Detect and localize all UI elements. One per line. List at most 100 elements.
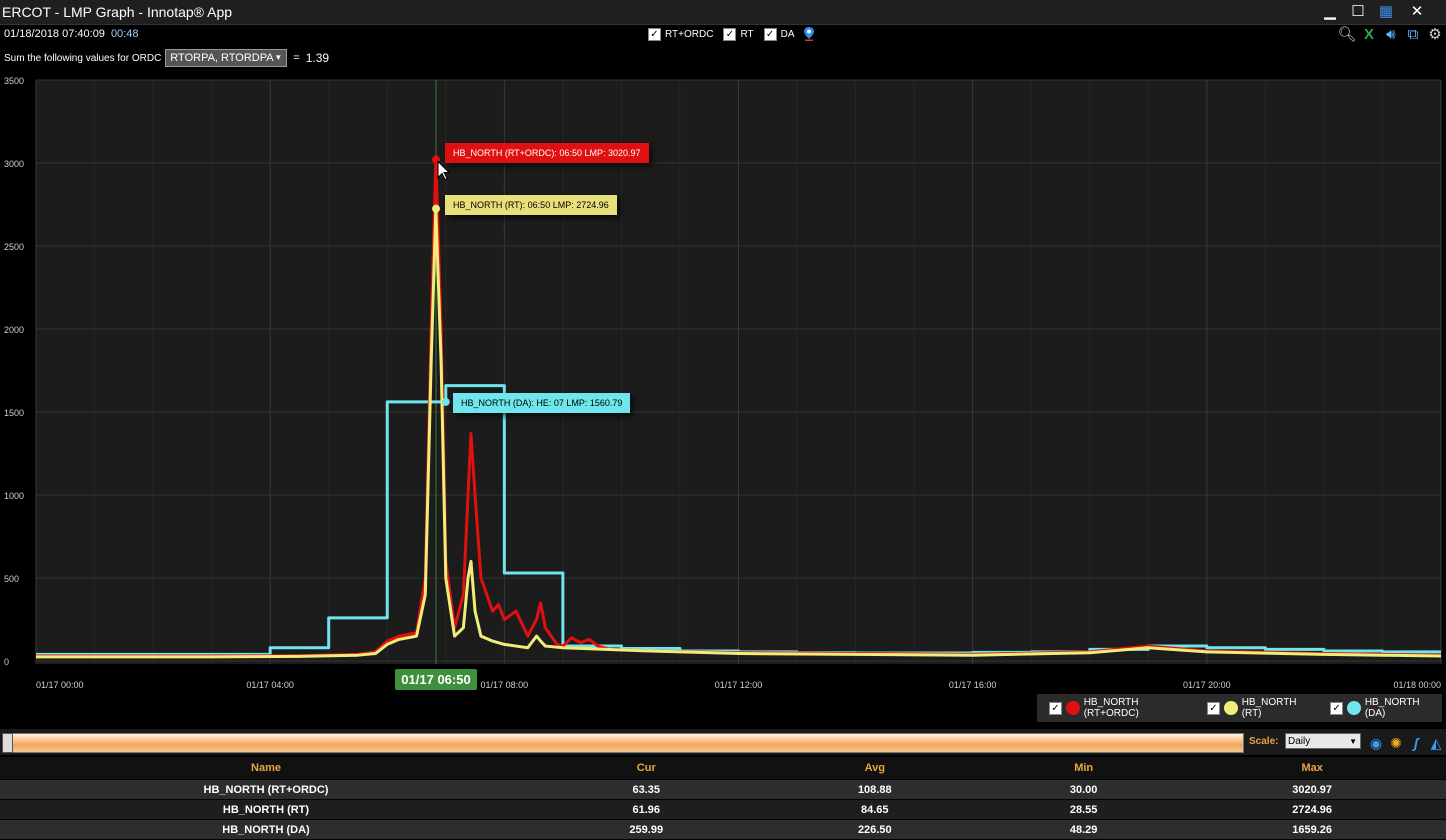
legend-item-rt[interactable]: ✓ HB_NORTH (RT) <box>1201 697 1318 719</box>
hover-time-label: 01/17 06:50 <box>395 669 477 690</box>
scale-label: Scale: <box>1249 736 1279 747</box>
hover-marker-da <box>441 397 450 406</box>
tooltip-rt-ordc: HB_NORTH (RT+ORDC): 06:50 LMP: 3020.97 <box>445 143 649 163</box>
y-tick-label: 2500 <box>4 242 24 252</box>
map-pin-icon[interactable] <box>803 27 815 41</box>
legend-item-rt-ordc[interactable]: ✓ HB_NORTH (RT+ORDC) <box>1043 697 1195 719</box>
legend-dot-da <box>1347 701 1361 715</box>
hover-marker-rt <box>432 204 441 213</box>
sound-icon[interactable]: 🔊︎ <box>1380 25 1402 45</box>
x-tick-label: 01/17 04:00 <box>246 680 294 690</box>
cell-avg: 226.50 <box>760 819 990 840</box>
scale-select-value: Daily <box>1288 736 1311 747</box>
cell-max: 3020.97 <box>1178 779 1446 800</box>
tool-icons: 🔍︎ X 🔊︎ ⧉ ⚙ <box>1336 25 1446 45</box>
checkbox-rt-label: RT <box>740 28 754 40</box>
y-tick-label: 500 <box>4 574 19 584</box>
y-tick-label: 3000 <box>4 159 24 169</box>
col-header-min: Min <box>989 757 1179 780</box>
chevron-down-icon: ▼ <box>274 53 283 62</box>
ordc-select[interactable]: RTORPA, RTORDPA ▼ <box>165 49 288 67</box>
cell-min: 28.55 <box>989 799 1179 820</box>
legend-dot-rt <box>1223 701 1238 715</box>
stats-header-row: Name Cur Avg Min Max <box>0 757 1446 780</box>
tooltip-da: HB_NORTH (DA): HE: 07 LMP: 1560.79 <box>453 393 631 413</box>
minimize-button[interactable]: ▁ <box>1319 2 1341 22</box>
cell-name: HB_NORTH (RT) <box>0 799 532 820</box>
eye-icon[interactable]: ◉ <box>1367 734 1385 752</box>
cell-max: 1659.26 <box>1178 819 1446 840</box>
x-tick-label: 01/17 16:00 <box>949 680 997 690</box>
y-tick-label: 3500 <box>4 76 24 86</box>
cell-max: 2724.96 <box>1178 799 1446 820</box>
x-tick-label: 01/18 00:00 <box>1393 680 1441 690</box>
ordc-sum-value: 1.39 <box>305 51 330 65</box>
legend-item-da[interactable]: ✓ HB_NORTH (DA) <box>1324 697 1442 719</box>
legend-checkbox-da[interactable]: ✓ <box>1330 701 1343 715</box>
cell-avg: 84.65 <box>760 799 990 820</box>
x-tick-label: 01/17 00:00 <box>36 680 84 690</box>
close-button[interactable]: ✕ <box>1406 2 1428 22</box>
tooltip-rt: HB_NORTH (RT): 06:50 LMP: 2724.96 <box>445 195 617 215</box>
legend-label-da: HB_NORTH (DA) <box>1364 697 1420 719</box>
chart-legend: ✓ HB_NORTH (RT+ORDC) ✓ HB_NORTH (RT) ✓ H… <box>1037 694 1442 722</box>
col-header-name: Name <box>0 757 532 780</box>
checkbox-rt-ordc[interactable]: ✓ <box>648 27 661 41</box>
y-tick-label: 2000 <box>4 325 24 335</box>
cell-cur: 63.35 <box>532 779 761 800</box>
legend-label-rt-ordc: HB_NORTH (RT+ORDC) <box>1083 697 1139 719</box>
chevron-down-icon: ▼ <box>1349 737 1357 746</box>
table-row[interactable]: HB_NORTH (RT+ORDC) 63.35 108.88 30.00 30… <box>0 779 1446 800</box>
ordc-select-value: RTORPA, RTORDPA <box>170 52 274 64</box>
sunburst-icon[interactable]: ✺ <box>1387 734 1405 752</box>
export-icon[interactable]: ⧉ <box>1402 25 1424 45</box>
maximize-button[interactable]: ☐ <box>1347 2 1369 22</box>
table-row[interactable]: HB_NORTH (RT) 61.96 84.65 28.55 2724.96 <box>0 799 1446 820</box>
y-tick-label: 0 <box>4 657 9 667</box>
cell-cur: 259.99 <box>532 819 761 840</box>
ordc-label: Sum the following values for ORDC <box>4 52 162 64</box>
datetime-display: 01/18/2018 07:40:09 00:48 <box>4 28 138 40</box>
cell-name: HB_NORTH (RT+ORDC) <box>0 779 532 800</box>
cell-name: HB_NORTH (DA) <box>0 819 532 840</box>
lmp-chart[interactable]: 0 500 1000 1500 2000 2500 3000 3500 01/17 00:00 0… <box>0 71 1446 693</box>
curve-icon[interactable]: ʃ <box>1407 734 1425 752</box>
scale-select[interactable]: Daily ▼ <box>1285 733 1361 749</box>
range-slider-handle[interactable] <box>2 733 13 753</box>
ordc-sum-row: Sum the following values for ORDC RTORPA… <box>4 49 329 67</box>
cell-cur: 61.96 <box>532 799 761 820</box>
datetime-text: 01/18/2018 07:40:09 <box>4 28 105 40</box>
y-tick-label: 1000 <box>4 491 24 501</box>
title-bar: ERCOT - LMP Graph - Innotap® App ▁ ☐ ▦ ✕ <box>0 0 1446 25</box>
cell-avg: 108.88 <box>760 779 990 800</box>
table-row[interactable]: HB_NORTH (DA) 259.99 226.50 48.29 1659.2… <box>0 819 1446 840</box>
stats-table: Name Cur Avg Min Max HB_NORTH (RT+ORDC) … <box>0 757 1446 840</box>
search-icon[interactable]: 🔍︎ <box>1336 25 1358 45</box>
x-tick-label: 01/17 12:00 <box>715 680 763 690</box>
settings-icon[interactable]: ⚙ <box>1424 25 1446 45</box>
col-header-cur: Cur <box>532 757 761 780</box>
legend-checkbox-rt-ordc[interactable]: ✓ <box>1049 701 1062 715</box>
tile-button[interactable]: ▦ <box>1375 2 1397 22</box>
series-toggles: ✓ RT+ORDC ✓ RT ✓ DA <box>642 27 815 41</box>
range-row: Scale: Daily ▼ ◉ ✺ ʃ ◭ <box>0 729 1446 755</box>
cell-min: 30.00 <box>989 779 1179 800</box>
window-title: ERCOT - LMP Graph - Innotap® App <box>2 4 233 20</box>
cell-min: 48.29 <box>989 819 1179 840</box>
checkbox-rt[interactable]: ✓ <box>723 27 737 41</box>
elapsed-text: 00:48 <box>110 28 139 40</box>
y-tick-label: 1500 <box>4 408 24 418</box>
legend-dot-rt-ordc <box>1065 701 1080 715</box>
equals-sign: = <box>293 52 300 64</box>
col-header-max: Max <box>1178 757 1446 780</box>
toolbar: 01/18/2018 07:40:09 00:48 ✓ RT+ORDC ✓ RT ✓ D… <box>0 25 1446 71</box>
legend-checkbox-rt[interactable]: ✓ <box>1207 701 1220 715</box>
col-header-avg: Avg <box>760 757 990 780</box>
excel-icon[interactable]: X <box>1358 25 1380 45</box>
checkbox-da[interactable]: ✓ <box>763 27 777 41</box>
range-slider[interactable] <box>2 733 1244 753</box>
area-chart-icon[interactable]: ◭ <box>1427 734 1445 752</box>
legend-label-rt: HB_NORTH (RT) <box>1241 697 1297 719</box>
x-tick-label: 01/17 08:00 <box>481 680 529 690</box>
checkbox-da-label: DA <box>780 28 795 40</box>
